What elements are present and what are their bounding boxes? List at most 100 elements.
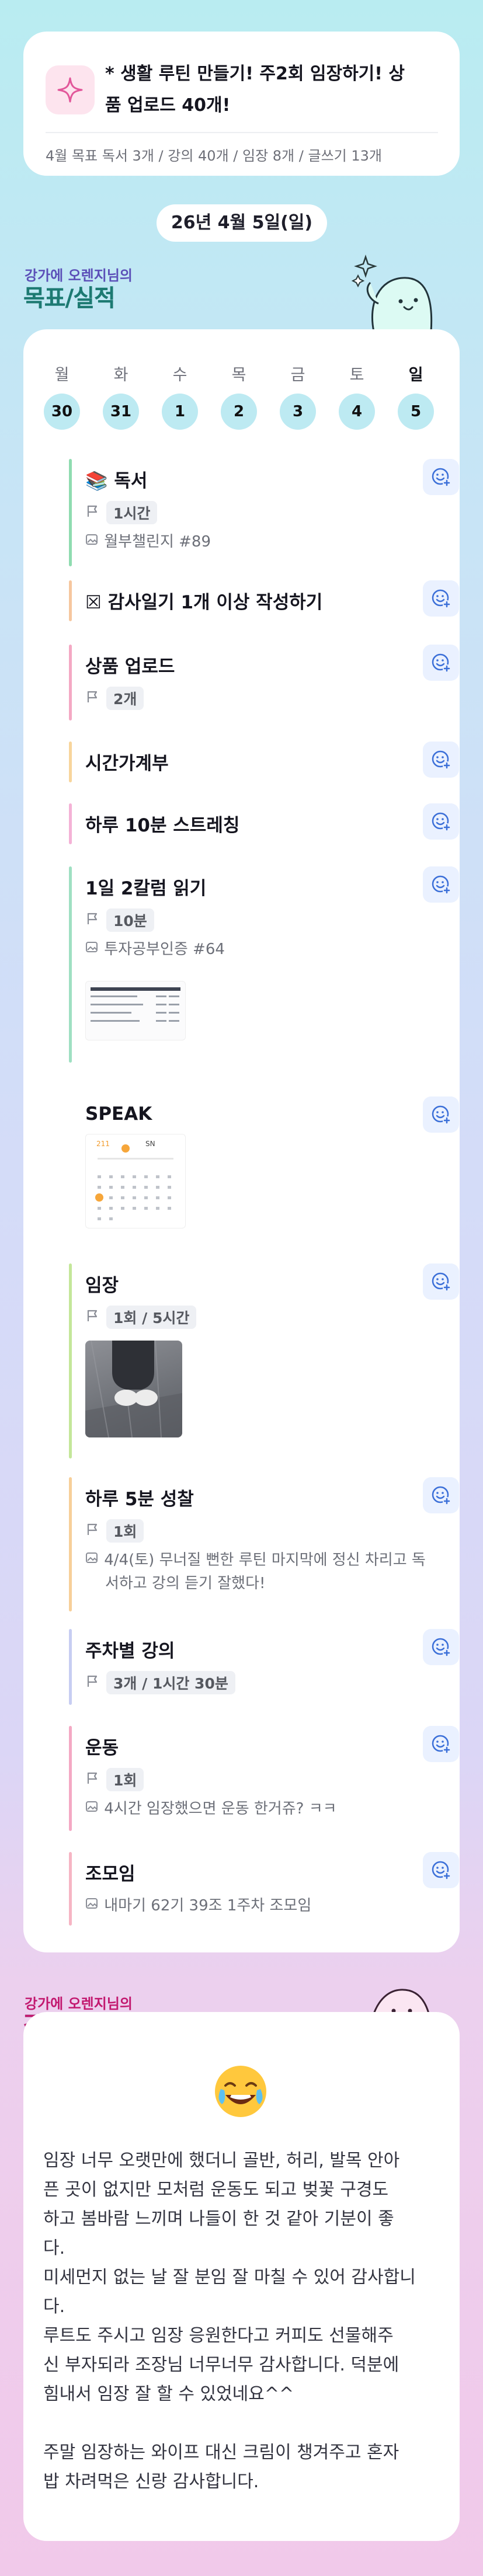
goal-note: 내마기 62기 39조 1주차 조모임 xyxy=(104,1897,312,1914)
flag-icon xyxy=(85,689,100,708)
goal-item-group-meeting[interactable]: 조모임 내마기 62기 39조 1주차 조모임 xyxy=(69,1852,460,1926)
weekday-wed: 수 xyxy=(172,366,187,384)
goal-note: 투자공부인증 #64 xyxy=(104,941,225,958)
goal-note: 4/4(토) 무너질 뻔한 루틴 마지막에 정신 차리고 독 xyxy=(104,1551,426,1569)
gratitude-card: 임장 너무 오랫만에 했더니 골반, 허리, 발목 안아 픈 곳이 없지만 모처… xyxy=(23,2012,460,2541)
goal-item-exercise[interactable]: 운동 1회 4시간 임장했으면 운동 한거쥬? ㅋㅋ xyxy=(69,1726,460,1831)
date-circle[interactable]: 1 xyxy=(162,394,198,430)
monthly-goal-summary: 4월 목표 독서 3개 / 강의 40개 / 임장 8개 / 글쓰기 13개 xyxy=(46,148,382,164)
goal-item-speak[interactable]: SPEAK 211 SN xyxy=(69,1096,460,1242)
attached-image-thumbnail[interactable]: 211 SN xyxy=(85,1134,186,1228)
add-reaction-button[interactable] xyxy=(423,1096,459,1133)
goal-color-bar xyxy=(69,1263,72,1458)
add-reaction-button[interactable] xyxy=(423,742,459,778)
goal-item-reflection[interactable]: 하루 5분 성찰 1회 4/4(토) 무너질 뻔한 루틴 마지막에 정신 차리고… xyxy=(69,1477,460,1611)
joy-face-icon xyxy=(213,2063,269,2119)
weekday-thu: 목 xyxy=(231,366,246,384)
goal-note-row: 4시간 임장했으면 운동 한거쥬? ㅋㅋ xyxy=(85,1797,337,1821)
goals-heading: 목표/실적 xyxy=(23,285,116,312)
goal-title: 📚 독서 xyxy=(85,471,148,492)
goal-value-row: 2개 xyxy=(85,685,144,711)
image-note-icon xyxy=(85,1798,99,1821)
goal-item-stretching[interactable]: 하루 10분 스트레칭 xyxy=(69,803,460,844)
add-reaction-button[interactable] xyxy=(423,1726,459,1762)
mascot-waving-illustration xyxy=(350,250,438,333)
add-reaction-button[interactable] xyxy=(423,1852,459,1888)
attached-photo-thumbnail[interactable] xyxy=(85,1341,182,1437)
goal-note-row: 내마기 62기 39조 1주차 조모임 xyxy=(85,1894,311,1918)
goal-value: 3개 / 1시간 30분 xyxy=(106,1671,235,1694)
flag-icon xyxy=(85,1522,100,1541)
flag-icon xyxy=(85,1673,100,1693)
date-circle[interactable]: 2 xyxy=(221,394,257,430)
goal-value: 10분 xyxy=(106,908,154,932)
date-label: 26년 4월 5일(일) xyxy=(157,204,327,242)
goal-color-bar xyxy=(69,742,72,782)
goal-note-row: 4/4(토) 무너질 뻔한 루틴 마지막에 정신 차리고 독 xyxy=(85,1548,426,1572)
goal-color-bar xyxy=(69,645,72,720)
goal-value: 1회 / 5시간 xyxy=(106,1306,197,1329)
add-reaction-button[interactable] xyxy=(423,459,459,495)
goal-color-bar xyxy=(69,803,72,844)
goal-color-bar xyxy=(69,1852,72,1926)
gratitude-text: 임장 너무 오랫만에 했더니 골반, 허리, 발목 안아 픈 곳이 없지만 모처… xyxy=(43,2150,416,2492)
flag-icon xyxy=(85,1770,100,1790)
goal-color-bar xyxy=(69,866,72,1063)
goal-value-row: 1회 xyxy=(85,1518,144,1544)
add-reaction-button[interactable] xyxy=(423,645,459,681)
goal-title: 주차별 강의 xyxy=(85,1641,175,1662)
add-reaction-button[interactable] xyxy=(423,866,459,903)
sparkle-icon xyxy=(46,65,95,114)
image-note-icon xyxy=(85,531,99,554)
flag-icon xyxy=(85,911,100,930)
goal-value-row: 3개 / 1시간 30분 xyxy=(85,1670,235,1696)
weekday-fri: 금 xyxy=(290,366,305,384)
weekday-sun: 일 xyxy=(408,366,423,384)
goal-item-column-reading[interactable]: 1일 2칼럼 읽기 10분 투자공부인증 #64 xyxy=(69,866,460,1063)
goal-value-row: 1회 / 5시간 xyxy=(85,1304,197,1330)
date-circle[interactable]: 30 xyxy=(44,394,80,430)
goal-item-gratitude-journal[interactable]: ☒ 감사일기 1개 이상 작성하기 xyxy=(69,580,460,621)
goal-title: 시간가계부 xyxy=(85,753,169,774)
goal-value: 1회 xyxy=(106,1519,144,1543)
monthly-goal-card[interactable]: * 생활 루틴 만들기! 주2회 임장하기! 상 품 업로드 40개! 4월 목… xyxy=(23,32,460,176)
goal-item-weekly-lecture[interactable]: 주차별 강의 3개 / 1시간 30분 xyxy=(69,1629,460,1705)
add-reaction-button[interactable] xyxy=(423,1629,459,1665)
goal-item-reading[interactable]: 📚 독서 1시간 월부챌린지 #89 xyxy=(69,459,460,566)
divider xyxy=(46,132,438,133)
image-note-icon xyxy=(85,938,99,962)
date-circle-selected[interactable]: 5 xyxy=(398,394,434,430)
goal-note-row: 월부챌린지 #89 xyxy=(85,530,211,554)
add-reaction-button[interactable] xyxy=(423,580,459,617)
goal-color-bar xyxy=(69,580,72,621)
goal-item-site-visit[interactable]: 임장 1회 / 5시간 xyxy=(69,1263,460,1458)
attached-image-thumbnail[interactable] xyxy=(85,981,186,1040)
goal-title: SPEAK xyxy=(85,1103,152,1125)
goal-color-bar xyxy=(69,1726,72,1831)
add-reaction-button[interactable] xyxy=(423,1477,459,1513)
date-circle[interactable]: 31 xyxy=(103,394,139,430)
goal-title: ☒ 감사일기 1개 이상 작성하기 xyxy=(85,592,323,613)
goal-title: 조모임 xyxy=(85,1864,135,1885)
goal-title: 하루 5분 성찰 xyxy=(85,1489,194,1510)
monthly-goal-title: * 생활 루틴 만들기! 주2회 임장하기! 상 품 업로드 40개! xyxy=(105,64,405,116)
date-circle[interactable]: 4 xyxy=(339,394,375,430)
flag-icon xyxy=(85,1308,100,1327)
goal-item-product-upload[interactable]: 상품 업로드 2개 xyxy=(69,645,460,720)
goal-title: 임장 xyxy=(85,1275,119,1296)
goal-note-row: 투자공부인증 #64 xyxy=(85,938,225,962)
goal-value-row: 10분 xyxy=(85,907,154,933)
date-circle[interactable]: 3 xyxy=(280,394,316,430)
weekday-tue: 화 xyxy=(113,366,128,384)
goal-value: 2개 xyxy=(106,687,144,710)
goal-note: 4시간 임장했으면 운동 한거쥬? ㅋㅋ xyxy=(104,1800,337,1818)
goal-title: 운동 xyxy=(85,1738,119,1759)
goal-item-time-ledger[interactable]: 시간가계부 xyxy=(69,742,460,782)
goal-value: 1회 xyxy=(106,1768,144,1791)
add-reaction-button[interactable] xyxy=(423,803,459,840)
image-note-icon xyxy=(85,1549,99,1572)
add-reaction-button[interactable] xyxy=(423,1263,459,1300)
weekday-mon: 월 xyxy=(54,366,70,384)
goal-note: 월부챌린지 #89 xyxy=(104,533,211,551)
weekday-sat: 토 xyxy=(349,366,364,384)
